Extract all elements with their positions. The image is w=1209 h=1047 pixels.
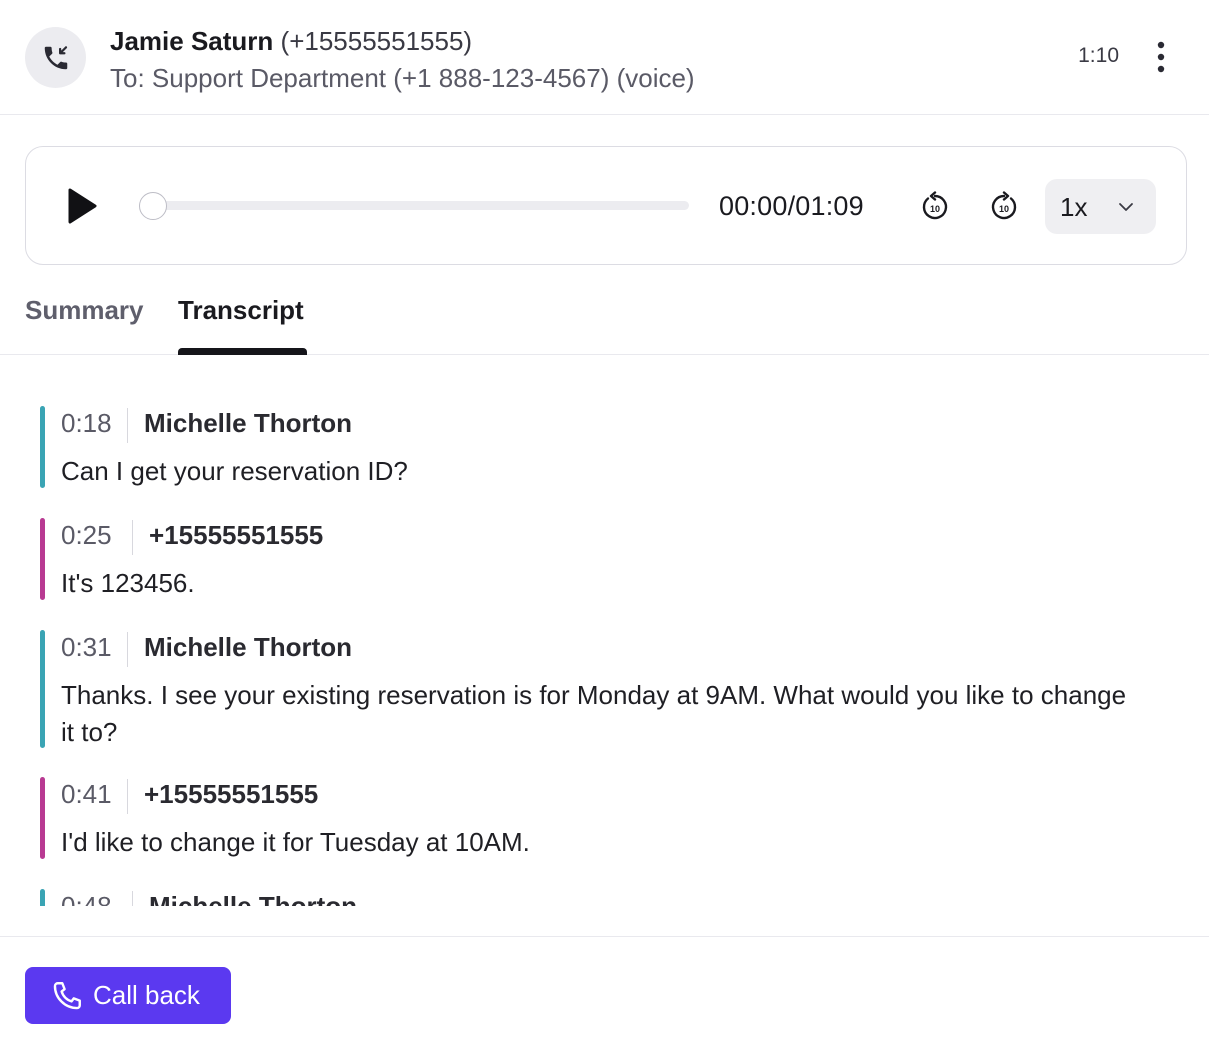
chevron-down-icon — [1119, 203, 1133, 211]
call-duration: 1:10 — [1078, 44, 1119, 67]
entry-timestamp: 0:41 — [61, 779, 112, 809]
speaker-color-bar — [40, 406, 45, 488]
active-tab-indicator — [178, 348, 307, 355]
speaker-color-bar — [40, 630, 45, 748]
entry-speaker: +15555551555 — [144, 779, 319, 809]
phone-icon — [53, 982, 81, 1010]
speaker-color-bar — [40, 777, 45, 859]
entry-speaker: Michelle Thorton — [144, 632, 352, 662]
seek-handle[interactable] — [139, 192, 167, 220]
caller-number: (+15555551555) — [280, 26, 473, 56]
entry-timestamp: 0:18 — [61, 408, 112, 438]
transcript-entry: 0:48 Michelle Thorton — [40, 889, 1150, 906]
transcript-list[interactable]: 0:18 Michelle Thorton Can I get your res… — [0, 355, 1209, 906]
entry-divider — [132, 520, 133, 555]
tab-summary[interactable]: Summary — [25, 294, 144, 326]
speaker-color-bar — [40, 889, 45, 906]
entry-divider — [127, 779, 128, 814]
skip-forward-10-icon[interactable]: 10 — [988, 191, 1020, 223]
transcript-entry: 0:41 +15555551555 I'd like to change it … — [40, 777, 1150, 859]
entry-text: I'd like to change it for Tuesday at 10A… — [61, 827, 530, 857]
entry-divider — [127, 408, 128, 443]
play-icon[interactable] — [64, 187, 100, 225]
seek-bar[interactable] — [139, 201, 689, 210]
entry-divider — [132, 891, 133, 906]
entry-speaker: Michelle Thorton — [144, 408, 352, 438]
incoming-call-icon — [25, 27, 86, 88]
speaker-color-bar — [40, 518, 45, 600]
entry-timestamp: 0:25 — [61, 520, 112, 550]
call-back-label: Call back — [93, 980, 200, 1010]
caller-name: Jamie Saturn — [110, 26, 274, 56]
transcript-entry: 0:31 Michelle Thorton Thanks. I see your… — [40, 630, 1150, 748]
transcript-entry: 0:25 +15555551555 It's 123456. — [40, 518, 1150, 600]
entry-timestamp: 0:48 — [61, 891, 112, 906]
entry-text: It's 123456. — [61, 568, 195, 598]
entry-text: Can I get your reservation ID? — [61, 456, 408, 486]
callee-line: To: Support Department (+1 888-123-4567)… — [110, 63, 695, 93]
entry-divider — [127, 632, 128, 667]
caller-line: Jamie Saturn (+15555551555) — [110, 26, 472, 56]
entry-timestamp: 0:31 — [61, 632, 112, 662]
footer: Call back — [0, 936, 1209, 1047]
svg-text:10: 10 — [930, 204, 940, 214]
tab-bar: Summary Transcript — [0, 265, 1209, 355]
entry-text: Thanks. I see your existing reservation … — [61, 680, 1127, 747]
audio-player: 00:00/01:09 10 10 1x — [25, 146, 1187, 265]
more-vertical-icon[interactable] — [1149, 40, 1173, 74]
transcript-entry: 0:18 Michelle Thorton Can I get your res… — [40, 406, 1150, 488]
playback-speed-select[interactable]: 1x — [1045, 179, 1156, 234]
entry-speaker: Michelle Thorton — [149, 891, 357, 906]
call-back-button[interactable]: Call back — [25, 967, 231, 1024]
playback-speed-value: 1x — [1060, 192, 1088, 222]
playback-time: 00:00/01:09 — [719, 191, 864, 221]
entry-speaker: +15555551555 — [149, 520, 324, 550]
skip-back-10-icon[interactable]: 10 — [919, 191, 951, 223]
svg-text:10: 10 — [999, 204, 1009, 214]
tab-transcript[interactable]: Transcript — [178, 294, 304, 326]
call-header: Jamie Saturn (+15555551555) To: Support … — [0, 0, 1209, 115]
